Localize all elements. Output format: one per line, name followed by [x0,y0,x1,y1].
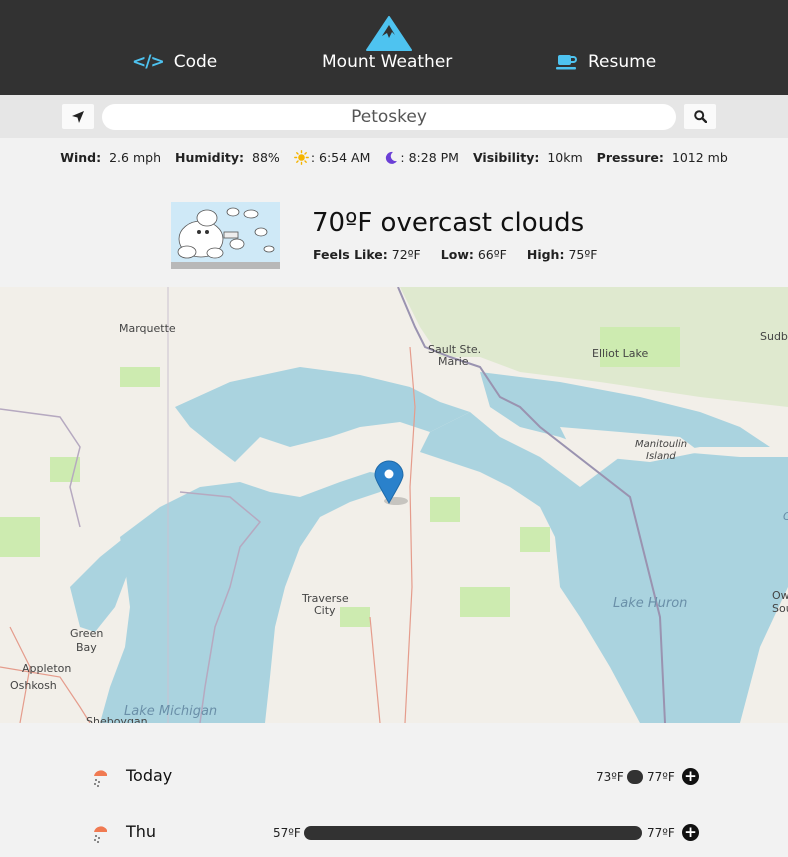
location-search-input[interactable] [102,104,676,130]
forecast-low: 73ºF [596,770,624,784]
map-label-appleton: Appleton [22,662,71,675]
forecast-low: 57ºF [273,826,301,840]
rain-icon [94,826,107,843]
low-label: Low: [440,247,474,262]
temperature-range-bar [627,770,643,784]
cloud-character-icon [171,202,280,269]
sunrise-value: : 6:54 AM [310,150,371,165]
map-label-oshkosh: Oshkosh [10,679,57,692]
map-label-lake-huron: Lake Huron [613,596,687,611]
map-label-lake-michigan: Lake Michigan [124,704,217,719]
humidity-label: Humidity: [175,150,245,165]
feels-like-value: 72ºF [391,247,421,262]
wind-stat: Wind: 2.6 mph [60,150,161,165]
wind-value: 2.6 mph [109,150,161,165]
temperature-range-bar [304,826,642,840]
location-arrow-icon [72,110,84,123]
visibility-label: Visibility: [472,150,540,165]
map-label-manitoulin: Manitoulin [635,439,687,450]
sun-icon [293,150,309,165]
map-label-ow: Ow [772,589,788,602]
expand-button[interactable]: + [682,768,699,785]
moon-icon [386,151,398,164]
forecast-day: Today [126,766,173,785]
forecast-row-thu[interactable]: Thu 57ºF 77ºF + [0,818,788,848]
high-value: 75ºF [568,247,598,262]
coffee-cup-icon [556,55,577,70]
forecast-row-today[interactable]: Today 73ºF 77ºF + [0,762,788,792]
sunrise-stat: : 6:54 AM [293,150,371,165]
weather-stats: Wind: 2.6 mph Humidity: 88% : 6:54 AM : … [0,150,788,165]
resume-link[interactable]: Resume [556,52,656,72]
expand-button[interactable]: + [682,824,699,841]
rain-icon [94,770,107,787]
low-value: 66ºF [477,247,507,262]
visibility-stat: Visibility: 10km [473,150,583,165]
resume-link-label: Resume [588,52,657,72]
map-label-city: City [314,604,336,617]
humidity-stat: Humidity: 88% [175,150,280,165]
map-label-bay: Bay [76,641,97,654]
current-weather: 70ºF overcast clouds Feels Like: 72ºF Lo… [0,190,788,287]
forecast-high: 77ºF [647,826,675,840]
map-label-marquette: Marquette [119,322,176,335]
search-bar [0,95,788,138]
pressure-stat: Pressure: 1012 mb [597,150,728,165]
search-button[interactable] [684,104,716,129]
map-label-elliot-lake: Elliot Lake [592,347,649,360]
humidity-value: 88% [252,150,280,165]
map-label-sou: Sou [772,602,788,615]
map-label-c: C [783,510,788,523]
feels-like: Feels Like: 72ºF [313,247,421,262]
site-title[interactable]: Mount Weather [322,52,452,72]
high-temp: High: 75ºF [527,247,598,262]
forecast-high: 77ºF [647,770,675,784]
map-label-marie: Marie [438,355,469,368]
current-temperature-description: 70ºF overcast clouds [312,208,585,238]
map-tiles[interactable]: Marquette Sault Ste. Marie Elliot Lake S… [0,287,788,723]
location-map[interactable]: Marquette Sault Ste. Marie Elliot Lake S… [0,287,788,723]
app-header: </> Code Mount Weather Resume [0,0,788,95]
current-location-button[interactable] [62,104,94,129]
forecast-day: Thu [126,822,157,841]
daily-forecast: Today 73ºF 77ºF + Thu 57ºF 77ºF + [0,723,788,857]
pressure-value: 1012 mb [671,150,728,165]
feels-like-label: Feels Like: [313,247,388,262]
code-link[interactable]: </> Code [132,52,217,72]
wind-label: Wind: [60,150,102,165]
code-icon: </> [132,52,165,72]
high-label: High: [526,247,565,262]
low-temp: Low: 66ºF [441,247,507,262]
code-link-label: Code [173,52,218,72]
visibility-value: 10km [547,150,583,165]
map-label-green: Green [70,627,103,640]
weather-illustration-image [171,202,280,269]
sunset-value: : 8:28 PM [400,150,459,165]
map-label-island: Island [646,451,676,462]
map-label-sudbury: Sudb [760,330,788,343]
sunset-stat: : 8:28 PM [384,150,459,165]
mountain-logo-icon[interactable] [366,16,412,51]
pressure-label: Pressure: [596,150,664,165]
temperature-details: Feels Like: 72ºF Low: 66ºF High: 75ºF [313,247,597,262]
search-icon [693,110,707,123]
